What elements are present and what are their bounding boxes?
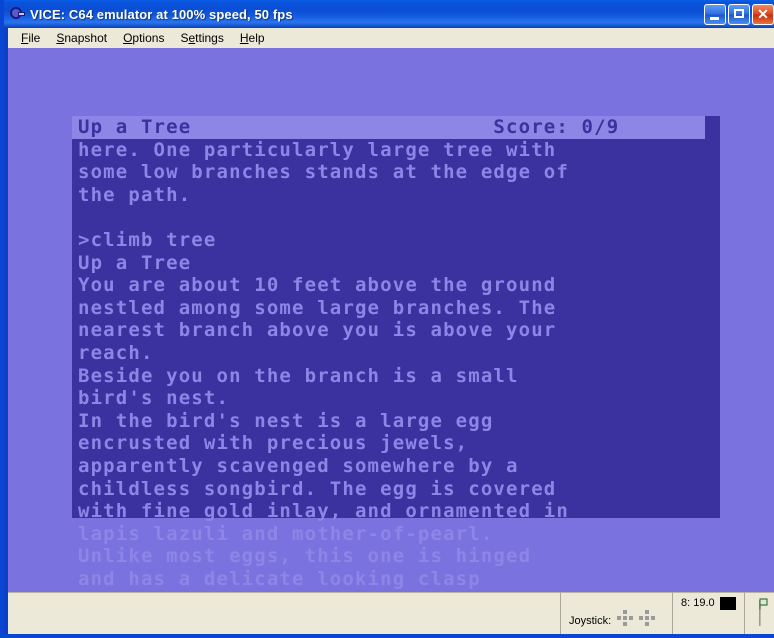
game-text-line: childless songbird. The egg is covered xyxy=(78,477,557,500)
game-text-line: reach. xyxy=(78,341,154,364)
joystick-status-panel[interactable]: Joystick: xyxy=(560,593,672,634)
game-text-line: Beside you on the branch is a small xyxy=(78,364,519,387)
game-text-area: here. One particularly large tree with so… xyxy=(72,139,720,592)
joystick-port-1-icon xyxy=(617,610,634,627)
statusbar: Joystick: 8: 19.0 xyxy=(8,592,774,634)
window-titlebar: VICE: C64 emulator at 100% speed, 50 fps… xyxy=(4,0,774,28)
minimize-icon xyxy=(710,16,719,20)
game-text-line: >climb tree xyxy=(78,228,217,251)
vice-main-window: VICE: C64 emulator at 100% speed, 50 fps… xyxy=(0,0,774,638)
game-status-line: Up a Tree Score: 0/9 xyxy=(72,116,705,139)
game-text-line: Unlike most eggs, this one is hinged xyxy=(78,545,532,568)
c64-screen[interactable]: Up a Tree Score: 0/9 here. One particula… xyxy=(72,116,720,592)
close-button[interactable]: ✕ xyxy=(752,3,774,25)
game-text-line xyxy=(72,206,720,229)
game-text-line: with fine gold inlay, and ornamented in xyxy=(78,500,569,523)
menu-item-settings[interactable]: Settings xyxy=(172,29,231,47)
menu-item-options[interactable]: Options xyxy=(115,29,172,47)
game-text-line: nestled among some large branches. The xyxy=(78,296,557,319)
window-controls: ✕ xyxy=(704,3,774,25)
game-text-line: and has a delicate looking clasp xyxy=(78,567,481,590)
game-text-line: bird's nest. xyxy=(78,387,230,410)
close-icon: ✕ xyxy=(757,5,769,22)
game-text-line: apparently scavenged somewhere by a xyxy=(78,454,519,477)
drive-track-label: 8: 19.0 xyxy=(681,597,715,609)
emulator-canvas[interactable]: Up a Tree Score: 0/9 here. One particula… xyxy=(8,48,774,592)
game-text-line: here. One particularly large tree with xyxy=(78,138,557,161)
menu-item-file[interactable]: File xyxy=(13,29,48,47)
datasette-icon xyxy=(751,596,769,633)
drive-status-panel[interactable]: 8: 19.0 xyxy=(672,593,744,634)
window-title: VICE: C64 emulator at 100% speed, 50 fps xyxy=(30,6,293,22)
game-text-line: lapis lazuli and mother-of-pearl. xyxy=(78,522,494,545)
game-text-line: encrusted with precious jewels, xyxy=(78,432,469,455)
game-text-line: In the bird's nest is a large egg xyxy=(78,409,494,432)
game-text-line: nearest branch above you is above your xyxy=(78,319,557,342)
game-text-line: Up a Tree xyxy=(78,251,192,274)
menu-item-snapshot[interactable]: Snapshot xyxy=(48,29,115,47)
vice-c64-icon xyxy=(9,6,25,22)
joystick-label: Joystick: xyxy=(569,615,612,627)
game-text-line: the path. xyxy=(78,183,192,206)
joystick-port-2-icon xyxy=(639,610,656,627)
drive-led-icon xyxy=(719,597,736,610)
maximize-icon xyxy=(734,8,744,18)
minimize-button[interactable] xyxy=(704,3,726,25)
game-text-line: some low branches stands at the edge of xyxy=(78,161,569,184)
menu-item-help[interactable]: Help xyxy=(232,29,273,47)
statusbar-empty-area xyxy=(8,593,560,634)
maximize-button[interactable] xyxy=(728,3,750,25)
tape-status-panel[interactable] xyxy=(744,593,774,634)
menubar: File Snapshot Options Settings Help xyxy=(8,28,774,48)
game-text-line: You are about 10 feet above the ground xyxy=(78,274,557,297)
